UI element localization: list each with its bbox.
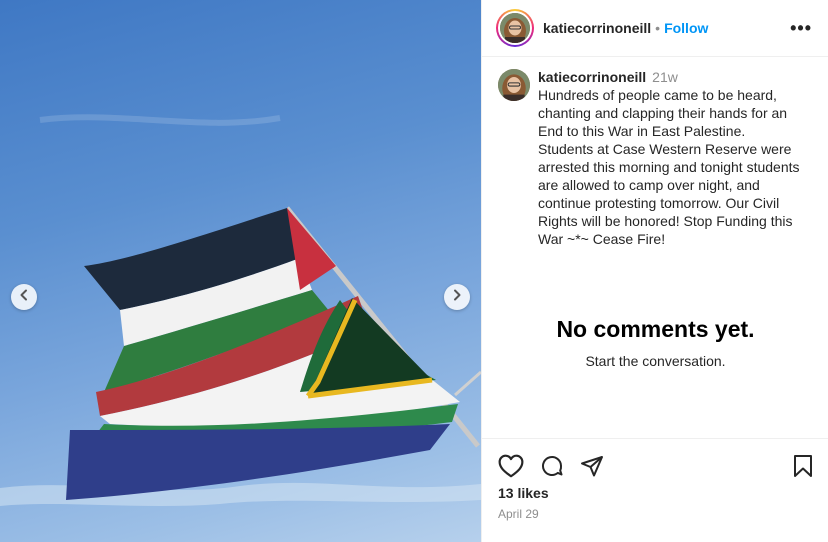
- caption-text: Hundreds of people came to be heard, cha…: [538, 87, 800, 247]
- caption-username[interactable]: katiecorrinoneill: [538, 69, 646, 85]
- previous-photo-button[interactable]: [11, 284, 37, 310]
- post-header: katiecorrinoneill • Follow •••: [482, 0, 828, 57]
- post-footer: 13 likes April 29: [482, 438, 828, 521]
- comment-icon[interactable]: [540, 454, 564, 478]
- chevron-right-icon: [451, 288, 463, 306]
- action-bar: [498, 453, 813, 479]
- post-date: April 29: [498, 507, 539, 521]
- no-comments-subtitle: Start the conversation.: [585, 353, 726, 369]
- heart-icon[interactable]: [498, 454, 524, 478]
- follow-button[interactable]: Follow: [664, 20, 708, 36]
- post-caption: katiecorrinoneill 21w Hundreds of people …: [482, 57, 828, 248]
- caption-avatar[interactable]: [498, 69, 530, 101]
- share-icon[interactable]: [580, 454, 604, 478]
- chevron-left-icon: [18, 288, 30, 306]
- post-dialog: katiecorrinoneill • Follow ••• katiecorr…: [0, 0, 828, 542]
- likes-count[interactable]: 13 likes: [498, 485, 813, 501]
- caption-timestamp[interactable]: 21w: [652, 69, 678, 85]
- next-photo-button[interactable]: [444, 284, 470, 310]
- more-options-icon[interactable]: •••: [790, 18, 812, 39]
- author-avatar[interactable]: [496, 9, 534, 47]
- flags-photo: [0, 114, 481, 506]
- no-comments-title: No comments yet.: [556, 316, 755, 342]
- caption-avatar-photo: [498, 69, 530, 101]
- post-side-panel: katiecorrinoneill • Follow ••• katiecorr…: [481, 0, 828, 542]
- post-photo: [0, 0, 481, 542]
- author-avatar-photo: [500, 13, 530, 43]
- author-username[interactable]: katiecorrinoneill: [543, 20, 651, 36]
- bookmark-icon[interactable]: [793, 454, 813, 478]
- separator-dot: •: [655, 20, 661, 36]
- comments-empty-state: No comments yet. Start the conversation.: [482, 316, 828, 369]
